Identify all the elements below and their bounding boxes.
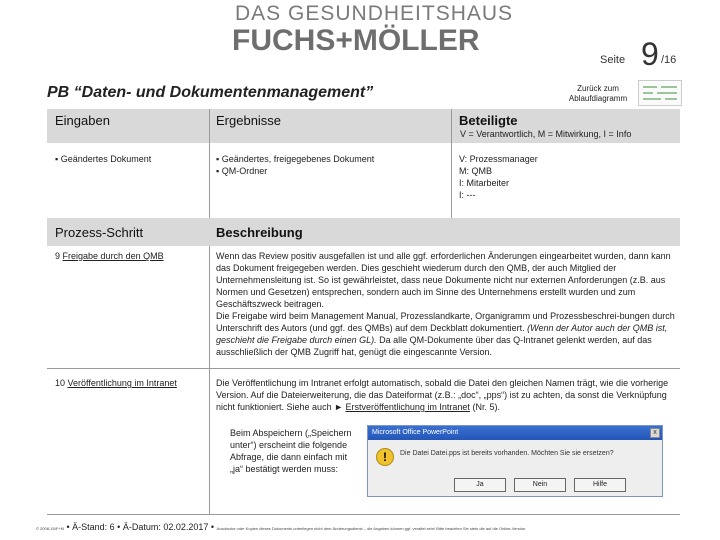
header-beschreibung: Beschreibung xyxy=(216,225,303,240)
participant-row: I: Mitarbeiter xyxy=(459,178,510,188)
logo-line-2: FUCHS+MÖLLER xyxy=(232,24,480,57)
step-10-link[interactable]: Veröffentlichung im Intranet xyxy=(68,378,177,388)
dialog-message: Die Datei Datei.pps ist bereits vorhande… xyxy=(400,450,614,457)
inputs-list: ▪ Geändertes Dokument xyxy=(55,153,151,165)
participant-row: M: QMB xyxy=(459,166,492,176)
inputs-list-item: ▪ Geändertes Dokument xyxy=(55,154,152,164)
dialog-help-button: Hilfe xyxy=(574,478,626,492)
participant-row: I: --- xyxy=(459,190,476,200)
step-9-paragraph: Wenn das Review positiv ausgefallen ist … xyxy=(216,251,671,309)
page-label: Seite xyxy=(600,54,626,66)
warning-icon: ! xyxy=(376,448,394,466)
step-9-paragraph: Die Freigabe wird beim Management Manual… xyxy=(216,311,675,357)
step-9-label: 9 Freigabe durch den QMB xyxy=(55,251,164,261)
close-icon: x xyxy=(650,428,660,438)
footer-copyright: © 2008-15/F+M xyxy=(36,526,64,531)
footer-stand: • Ä-Stand: 6 • Ä-Datum: 02.02.2017 • xyxy=(66,522,215,532)
flowchart-thumbnail[interactable] xyxy=(638,80,682,106)
dialog-title: Microsoft Office PowerPoint xyxy=(368,426,662,440)
step-10-label: 10 Veröffentlichung im Intranet xyxy=(55,378,177,388)
save-dialog-screenshot: Microsoft Office PowerPoint x ! Die Date… xyxy=(367,425,663,497)
header-prozess-schritt: Prozess-Schritt xyxy=(55,225,144,240)
results-list-item: ▪ QM-Ordner xyxy=(216,166,268,176)
row-divider xyxy=(47,514,680,515)
step-9-description: Wenn das Review positiv ausgefallen ist … xyxy=(216,250,676,358)
save-note: Beim Abspeichern („Speichern unter“) ers… xyxy=(230,428,352,474)
row-divider xyxy=(47,368,680,369)
col-divider xyxy=(209,109,210,218)
page-number: 9 xyxy=(641,36,659,72)
header-beteiligte: Beteiligte xyxy=(459,113,518,128)
footer-disclaimer: Ausdrucke oder Kopien dieses Dokuments u… xyxy=(216,526,527,531)
first-publication-link[interactable]: Erstveröffentlichung im Intranet xyxy=(346,402,470,412)
arrow-icon: ► xyxy=(334,402,344,412)
results-list-item: ▪ Geändertes, freigegebenes Dokument xyxy=(216,154,375,164)
roles-legend: V = Verantwortlich, M = Mitwirkung, I = … xyxy=(460,129,632,139)
header-eingaben: Eingaben xyxy=(55,113,110,128)
dialog-no-button: Nein xyxy=(514,478,566,492)
footer: © 2008-15/F+M • Ä-Stand: 6 • Ä-Datum: 02… xyxy=(36,522,716,532)
step-10-paragraph: Die Veröffentlichung im Intranet erfolgt… xyxy=(216,378,669,412)
step-10-description: Die Veröffentlichung im Intranet erfolgt… xyxy=(216,377,676,413)
dialog-yes-button: Ja xyxy=(454,478,506,492)
page-title: PB “Daten- und Dokumentenmanagement” xyxy=(47,84,374,101)
logo-line-1: DAS GESUNDHEITSHAUS xyxy=(235,2,514,25)
col-divider xyxy=(209,246,210,514)
participants-list: V: Prozessmanager M: QMB I: Mitarbeiter … xyxy=(459,153,538,201)
participant-row: V: Prozessmanager xyxy=(459,154,538,164)
header-ergebnisse: Ergebnisse xyxy=(216,113,282,128)
step-9-link[interactable]: Freigabe durch den QMB xyxy=(63,251,164,261)
results-list: ▪ Geändertes, freigegebenes Dokument ▪ Q… xyxy=(216,153,374,177)
back-to-flowchart-link[interactable]: Zurück zum Ablaufdiagramm xyxy=(566,84,630,104)
col-divider xyxy=(451,109,452,218)
page-total: /16 xyxy=(661,54,677,66)
